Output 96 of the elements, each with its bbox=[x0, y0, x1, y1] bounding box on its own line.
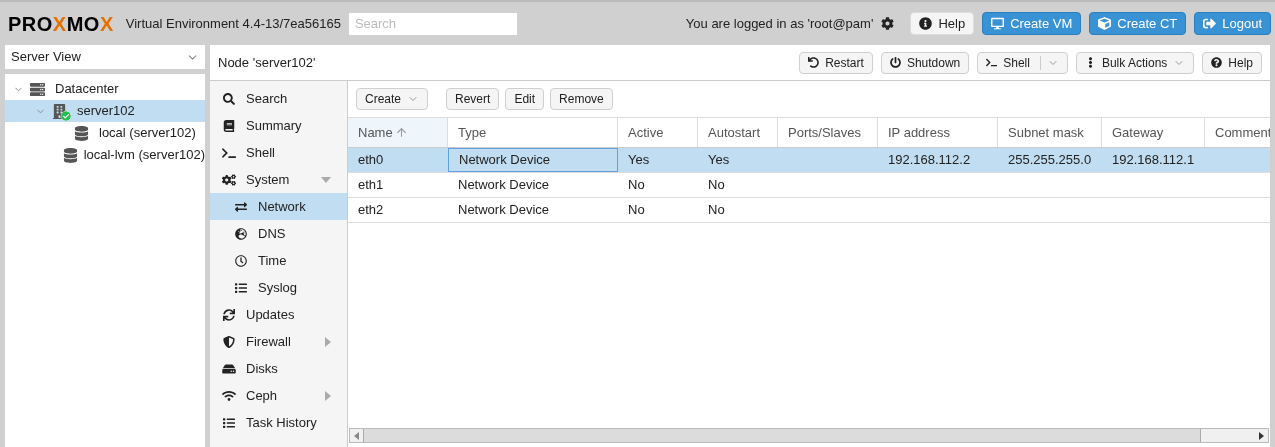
menu-button[interactable]: Create bbox=[356, 88, 429, 110]
nav-item[interactable]: Search bbox=[210, 85, 347, 112]
toolbar-button[interactable]: Remove bbox=[550, 88, 613, 110]
nav-item[interactable]: Task History bbox=[210, 409, 347, 436]
toolbar-button[interactable]: Help bbox=[1202, 51, 1262, 74]
column-header[interactable]: IP address bbox=[878, 118, 998, 147]
nav-item[interactable]: Firewall bbox=[210, 328, 347, 355]
header-button[interactable]: Help bbox=[910, 12, 975, 35]
table-cell-text: No bbox=[628, 176, 645, 195]
column-header[interactable]: Autostart bbox=[698, 118, 778, 147]
table-cell-text: Network Device bbox=[458, 201, 550, 220]
nav-item[interactable]: Syslog bbox=[210, 274, 347, 301]
expander-icon[interactable] bbox=[325, 336, 331, 347]
expander-icon[interactable] bbox=[321, 176, 331, 183]
toolbar-button[interactable]: Shutdown bbox=[880, 51, 970, 74]
column-header[interactable]: Ports/Slaves bbox=[778, 118, 878, 147]
button-icon bbox=[991, 17, 1005, 30]
tree-label: local (server102) bbox=[99, 124, 196, 143]
nav-item[interactable]: Network bbox=[210, 193, 347, 220]
nav-icon bbox=[234, 254, 248, 267]
table-row[interactable]: eth1 Network Device No No bbox=[348, 173, 1270, 198]
scroll-right-icon[interactable] bbox=[1259, 431, 1264, 440]
table-cell-text: eth1 bbox=[358, 176, 384, 195]
table-cell-text: eth2 bbox=[358, 201, 384, 220]
tree-item[interactable]: Datacenter bbox=[5, 78, 205, 100]
table-cell-text: Network Device bbox=[459, 151, 551, 170]
nav-icon bbox=[234, 200, 248, 213]
nav-icon bbox=[234, 281, 248, 294]
online-icon bbox=[61, 110, 71, 121]
table-cell-text: 192.168.112.2 bbox=[888, 151, 971, 170]
table-row[interactable]: eth2 Network Device No No bbox=[348, 198, 1270, 223]
content-title: Node 'server102' bbox=[218, 53, 317, 72]
logo: PROXMOX bbox=[8, 11, 114, 37]
nav-item[interactable]: Ceph bbox=[210, 382, 347, 409]
column-header[interactable]: Active bbox=[618, 118, 698, 147]
column-header[interactable]: Subnet mask bbox=[998, 118, 1102, 147]
nav-item[interactable]: System bbox=[210, 166, 347, 193]
nav-icon bbox=[222, 173, 236, 186]
button-icon bbox=[808, 57, 820, 68]
button-icon bbox=[919, 17, 933, 30]
tree-label: local-lvm (server102) bbox=[83, 146, 205, 165]
nav-item[interactable]: Updates bbox=[210, 301, 347, 328]
button-icon bbox=[1203, 17, 1217, 30]
button-icon bbox=[1211, 57, 1223, 68]
toolbar-button[interactable]: Revert bbox=[446, 88, 500, 110]
scroll-left-icon[interactable] bbox=[354, 431, 359, 440]
nav-icon bbox=[222, 146, 236, 159]
button-icon bbox=[1098, 17, 1112, 30]
datacenter-icon bbox=[29, 81, 45, 97]
table-cell-text: No bbox=[628, 201, 645, 220]
column-header[interactable]: Type bbox=[448, 118, 618, 147]
settings-icon[interactable] bbox=[881, 17, 895, 30]
toolbar-button[interactable]: Edit bbox=[505, 88, 545, 110]
tree-label: server102 bbox=[77, 102, 135, 121]
table-cell-text: 192.168.112.1 bbox=[1112, 151, 1195, 170]
column-header[interactable]: Name bbox=[348, 118, 448, 147]
tree-label: Datacenter bbox=[55, 80, 119, 99]
nav-item[interactable]: Time bbox=[210, 247, 347, 274]
column-header[interactable]: Gateway bbox=[1102, 118, 1205, 147]
search-field[interactable]: Search bbox=[348, 12, 517, 35]
nav-item[interactable]: Disks bbox=[210, 355, 347, 382]
tree-item[interactable]: local (server102) bbox=[5, 122, 205, 144]
button-icon bbox=[986, 57, 998, 68]
table-cell-text: Yes bbox=[628, 151, 650, 170]
tree-item[interactable]: server102 bbox=[5, 100, 205, 122]
nav-icon bbox=[222, 119, 236, 132]
nav-item[interactable]: DNS bbox=[210, 220, 347, 247]
horizontal-scrollbar[interactable] bbox=[349, 428, 1269, 443]
expander-icon[interactable] bbox=[325, 390, 331, 401]
nav-icon bbox=[222, 389, 236, 402]
version-label: Virtual Environment 4.4-13/7ea56165 bbox=[125, 14, 341, 33]
table-cell-text: Network Device bbox=[458, 176, 550, 195]
login-label: You are logged in as 'root@pam' bbox=[685, 14, 874, 33]
nav-icon bbox=[222, 308, 236, 321]
nav-icon bbox=[222, 416, 236, 429]
table-cell-text: eth0 bbox=[358, 151, 384, 170]
storage-icon bbox=[62, 147, 78, 163]
toolbar-button[interactable]: Restart bbox=[799, 51, 873, 74]
table-row[interactable]: eth0 Network Device Yes Yes 192.168.112.2 255.255.255.0 192.168.112.1 bbox=[348, 148, 1270, 173]
sort-icon bbox=[394, 126, 408, 139]
nav-icon bbox=[222, 362, 236, 375]
view-dropdown[interactable]: Server View bbox=[5, 45, 205, 69]
tree-item[interactable]: local-lvm (server102) bbox=[5, 144, 205, 166]
table-cell-text: Yes bbox=[708, 151, 730, 170]
menu-button[interactable]: Shell bbox=[977, 51, 1068, 74]
nav-icon bbox=[222, 335, 236, 348]
table-cell-text: 255.255.255.0 bbox=[1008, 151, 1092, 170]
nav-item[interactable]: Shell bbox=[210, 139, 347, 166]
button-icon bbox=[889, 57, 901, 68]
storage-icon bbox=[73, 125, 89, 141]
nav-icon bbox=[234, 227, 248, 240]
nav-icon bbox=[222, 92, 236, 105]
menu-button[interactable]: Bulk Actions bbox=[1075, 51, 1195, 74]
table-cell-text: No bbox=[708, 176, 725, 195]
table-cell-text: No bbox=[708, 201, 725, 220]
nav-item[interactable]: Summary bbox=[210, 112, 347, 139]
